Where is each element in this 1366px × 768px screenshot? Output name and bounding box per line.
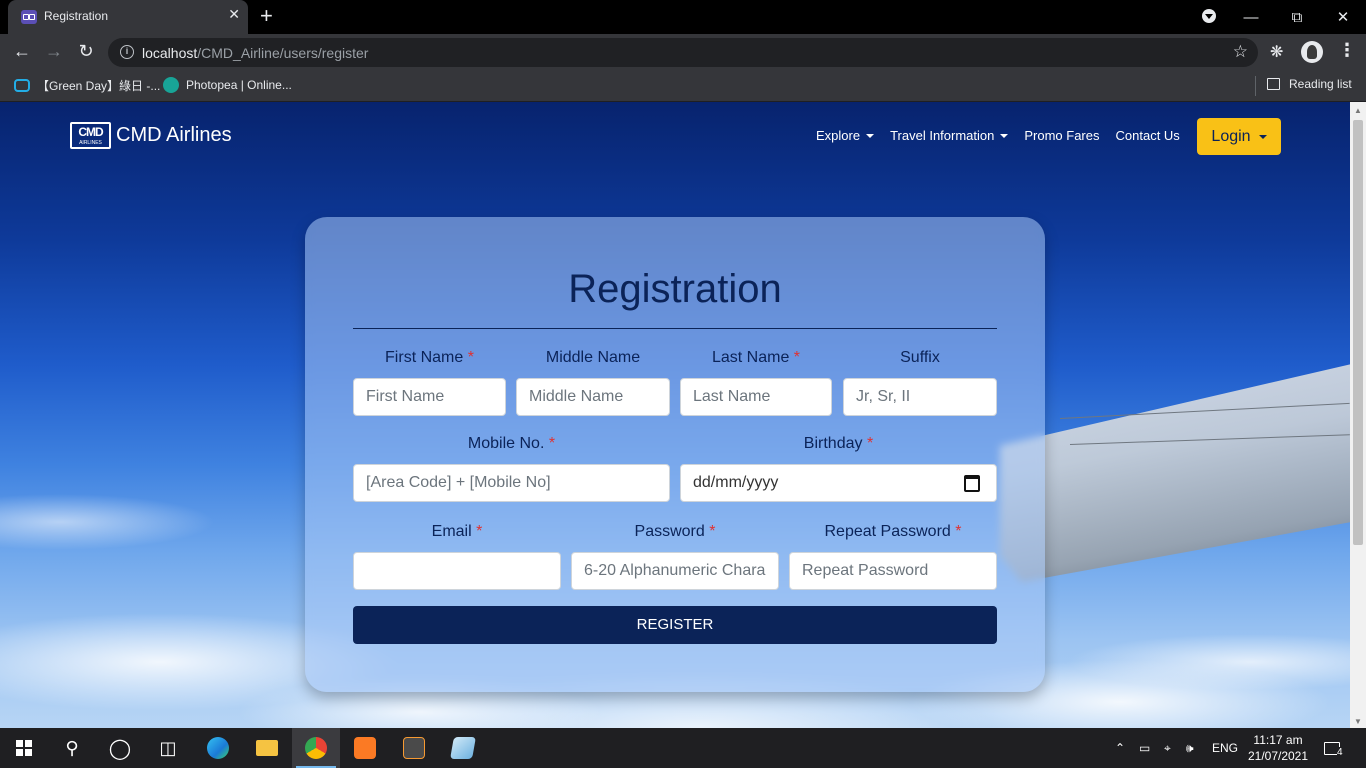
- windows-logo-icon: [16, 740, 32, 756]
- page-scrollbar[interactable]: ▲ ▼: [1350, 102, 1366, 728]
- tab-search-icon[interactable]: [1202, 9, 1216, 23]
- bookmark-star-icon[interactable]: ☆: [1233, 42, 1248, 62]
- suffix-label: Suffix: [900, 349, 940, 366]
- registration-card: Registration First Name * Middle Name La…: [305, 217, 1045, 692]
- chrome-icon[interactable]: [292, 728, 340, 768]
- calendar-icon[interactable]: [964, 475, 980, 492]
- reload-icon[interactable]: ↻: [75, 41, 97, 62]
- password-label: Password *: [634, 523, 716, 540]
- extensions-puzzle-icon[interactable]: ❋: [1270, 42, 1283, 62]
- restore-icon[interactable]: ⧉: [1274, 0, 1320, 34]
- windows-taskbar: ⚲ ◯ ◫ ⌃ ▭ ⌖ 🕪 ENG 11:17 am 21/07/2021 4: [0, 728, 1366, 768]
- first-name-input[interactable]: First Name: [353, 378, 506, 416]
- clock[interactable]: 11:17 am 21/07/2021: [1244, 732, 1312, 764]
- reading-list-label: Reading list: [1289, 77, 1352, 91]
- title-divider: [353, 328, 997, 329]
- photopea-icon: [163, 77, 179, 93]
- new-tab-button[interactable]: +: [260, 3, 273, 29]
- address-bar[interactable]: i localhost/CMD_Airline/users/register ☆: [108, 38, 1258, 67]
- caret-down-icon: [1258, 134, 1267, 139]
- nav-travel-information[interactable]: Travel Information: [890, 128, 1009, 143]
- brand-logo-link[interactable]: CMD AIRLINES CMD Airlines: [70, 122, 232, 149]
- notifications-button[interactable]: 4: [1324, 728, 1343, 768]
- bookmark-label: 【Green Day】綠日 -...: [37, 79, 161, 93]
- tab-title: Registration: [44, 9, 109, 23]
- url-text: localhost/CMD_Airline/users/register: [142, 45, 369, 61]
- window-controls: — ⧉ ✕: [1228, 0, 1366, 34]
- bookmarks-divider: [1255, 76, 1256, 96]
- edge-icon[interactable]: [194, 728, 242, 768]
- last-name-label: Last Name *: [711, 349, 801, 366]
- language-indicator[interactable]: ENG: [1212, 728, 1238, 768]
- register-button[interactable]: REGISTER: [353, 606, 997, 644]
- cortana-icon[interactable]: ◯: [96, 728, 144, 768]
- back-icon[interactable]: ←: [11, 41, 33, 62]
- reading-list-button[interactable]: Reading list: [1267, 77, 1352, 91]
- clock-time: 11:17 am: [1253, 733, 1303, 747]
- minimize-icon[interactable]: —: [1228, 0, 1274, 34]
- forward-icon[interactable]: →: [43, 41, 65, 62]
- form-title: Registration: [568, 267, 782, 311]
- repeat-password-label: Repeat Password *: [824, 523, 962, 540]
- bookmark-photopea[interactable]: Photopea | Online...: [163, 77, 292, 93]
- xampp-icon[interactable]: [341, 728, 389, 768]
- caret-down-icon: [866, 133, 875, 138]
- wifi-icon[interactable]: ⌖: [1164, 728, 1171, 768]
- repeat-password-input[interactable]: Repeat Password: [789, 552, 997, 590]
- login-label: Login: [1211, 127, 1251, 145]
- bilibili-icon: [14, 79, 30, 92]
- nav-explore[interactable]: Explore: [816, 128, 875, 143]
- email-input[interactable]: [353, 552, 561, 590]
- password-input[interactable]: 6-20 Alphanumeric Chara: [571, 552, 779, 590]
- notification-count: 4: [1337, 746, 1343, 758]
- bookmark-label: Photopea | Online...: [186, 78, 292, 92]
- mobile-label: Mobile No. *: [467, 435, 556, 452]
- volume-icon[interactable]: 🕪: [1186, 728, 1194, 768]
- clock-date: 21/07/2021: [1247, 749, 1309, 763]
- airplane-wing-image: [1000, 362, 1350, 582]
- cmd-logo-icon: CMD AIRLINES: [70, 122, 111, 149]
- caret-down-icon: [1000, 133, 1009, 138]
- bookmarks-bar: 【Green Day】綠日 -... Photopea | Online... …: [0, 70, 1366, 102]
- main-nav: Explore Travel Information Promo Fares C…: [816, 128, 1180, 143]
- search-icon[interactable]: ⚲: [48, 728, 96, 768]
- notepad-icon[interactable]: [439, 728, 487, 768]
- show-hidden-icons-icon[interactable]: ⌃: [1115, 728, 1125, 768]
- last-name-input[interactable]: Last Name: [680, 378, 832, 416]
- bookmark-green-day[interactable]: 【Green Day】綠日 -...: [14, 77, 160, 94]
- browser-menu-icon[interactable]: ⋮: [1338, 40, 1356, 61]
- nav-promo-fares[interactable]: Promo Fares: [1024, 128, 1099, 143]
- email-label: Email *: [431, 523, 483, 540]
- scrollbar-thumb[interactable]: [1353, 120, 1363, 545]
- suffix-input[interactable]: Jr, Sr, II: [843, 378, 997, 416]
- start-button[interactable]: [0, 728, 48, 768]
- browser-tab[interactable]: Registration ✕: [8, 0, 248, 34]
- scroll-up-icon[interactable]: ▲: [1354, 106, 1362, 115]
- first-name-label: First Name *: [385, 349, 474, 366]
- sublime-text-icon[interactable]: [390, 728, 438, 768]
- task-view-icon[interactable]: ◫: [144, 728, 192, 768]
- profile-avatar[interactable]: [1301, 41, 1323, 63]
- birthday-placeholder: dd/mm/yyyy: [693, 474, 779, 491]
- window-close-icon[interactable]: ✕: [1320, 0, 1366, 34]
- page-viewport: CMD AIRLINES CMD Airlines Explore Travel …: [0, 102, 1350, 728]
- nav-contact-us[interactable]: Contact Us: [1116, 128, 1180, 143]
- middle-name-label: Middle Name: [545, 349, 641, 366]
- site-favicon-icon: [21, 10, 37, 24]
- tab-close-icon[interactable]: ✕: [228, 6, 240, 23]
- scroll-down-icon[interactable]: ▼: [1354, 717, 1362, 726]
- birthday-date-input[interactable]: dd/mm/yyyy: [680, 464, 997, 502]
- middle-name-input[interactable]: Middle Name: [516, 378, 670, 416]
- brand-name: CMD Airlines: [116, 124, 232, 146]
- browser-toolbar: ← → ↻ i localhost/CMD_Airline/users/regi…: [0, 34, 1366, 70]
- site-info-icon[interactable]: i: [120, 45, 134, 59]
- browser-tab-strip: Registration ✕ + — ⧉ ✕: [0, 0, 1366, 34]
- file-explorer-icon[interactable]: [243, 728, 291, 768]
- mobile-input[interactable]: [Area Code] + [Mobile No]: [353, 464, 670, 502]
- reading-list-icon: [1267, 78, 1280, 90]
- birthday-label: Birthday *: [803, 435, 874, 452]
- login-dropdown-button[interactable]: Login: [1197, 118, 1281, 155]
- battery-icon[interactable]: ▭: [1139, 728, 1150, 768]
